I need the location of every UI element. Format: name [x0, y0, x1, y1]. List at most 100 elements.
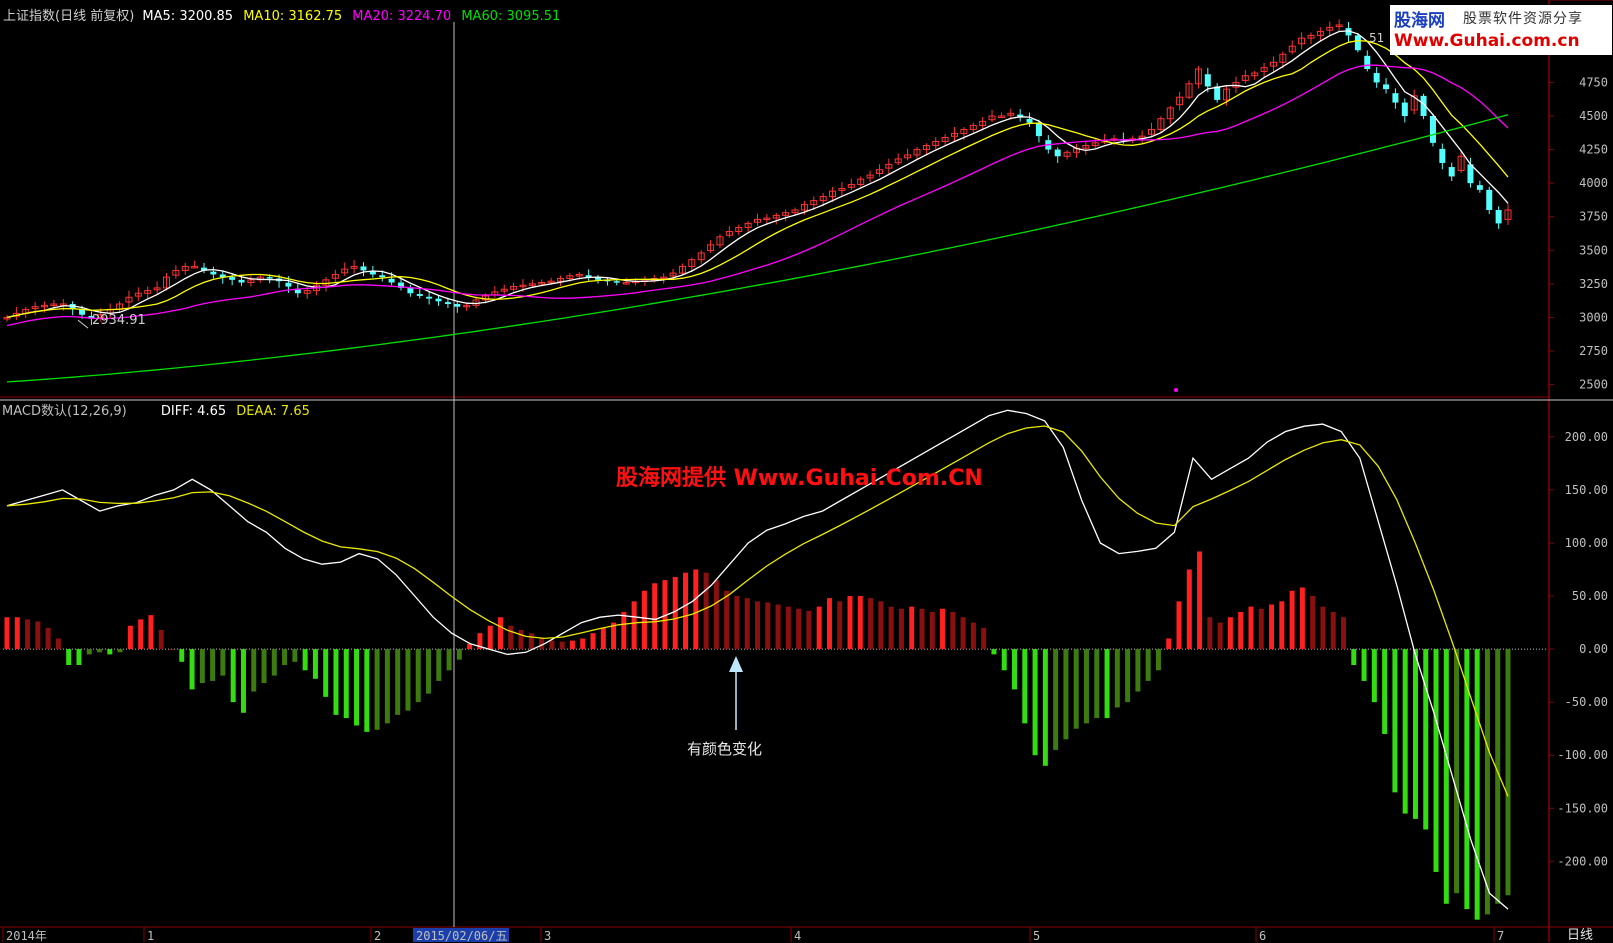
candle-body-down: [379, 275, 386, 278]
candle-body-down: [426, 296, 433, 299]
macd-bar-negative: [1053, 649, 1059, 750]
macd-bar-positive: [25, 619, 31, 650]
macd-bar-negative: [415, 649, 421, 703]
price-tick-label: 2750: [1579, 344, 1608, 358]
candle-body-down: [1401, 102, 1408, 116]
diff-value: DIFF: 4.65: [160, 404, 227, 419]
macd-bar-positive: [816, 606, 822, 650]
candle-body-down: [454, 304, 461, 307]
macd-bar-positive: [1197, 551, 1203, 650]
macd-bar-negative: [446, 649, 452, 671]
macd-bar-negative: [405, 649, 411, 711]
macd-bar-negative: [1032, 649, 1038, 756]
macd-bar-negative: [220, 649, 226, 676]
macd-bar-negative: [1104, 649, 1110, 719]
period-label[interactable]: 日线: [1567, 924, 1593, 943]
ma10-line: [6, 39, 1509, 319]
macd-bar-negative: [1443, 649, 1449, 904]
macd-bar-negative: [354, 649, 360, 726]
macd-bar-negative: [1073, 649, 1079, 729]
price-tick-label: 4500: [1579, 109, 1608, 123]
candle-body-down: [1054, 149, 1061, 157]
time-tick-label: 3: [544, 929, 551, 942]
candle-body-down: [266, 277, 273, 279]
macd-bar-negative: [210, 649, 216, 681]
macd-bar-positive: [1176, 601, 1182, 650]
macd-bar-negative: [374, 649, 380, 730]
macd-bar-positive: [1269, 604, 1275, 650]
macd-bar-positive: [1238, 611, 1244, 650]
macd-bar-negative: [343, 649, 349, 719]
macd-bar-positive: [806, 610, 812, 650]
macd-bar-positive: [919, 608, 925, 650]
macd-bar-positive: [508, 625, 514, 650]
candle-body-down: [1439, 148, 1446, 163]
price-tick-label: 2500: [1579, 378, 1608, 392]
macd-bar-positive: [847, 596, 853, 650]
macd-bar-negative: [1392, 649, 1398, 793]
annotation-arrow-head: [729, 656, 743, 672]
macd-bar-negative: [426, 649, 432, 694]
macd-bar-positive: [929, 611, 935, 650]
annotation-label: 有颜色变化: [687, 740, 763, 758]
macd-bar-positive: [683, 572, 689, 650]
macd-bar-negative: [1351, 649, 1357, 665]
macd-tick-label: 0.00: [1579, 642, 1608, 656]
macd-bar-positive: [785, 606, 791, 650]
macd-bar-negative: [302, 649, 308, 671]
macd-bar-positive: [1289, 590, 1295, 650]
macd-bar-negative: [251, 649, 257, 692]
macd-bar-positive: [981, 627, 987, 650]
macd-bar-positive: [672, 576, 678, 650]
macd-bar-negative: [282, 649, 288, 665]
macd-bar-negative: [1361, 649, 1367, 681]
macd-header: MACD数认(12,26,9) DIFF: 4.65 DEAA: 7.65: [2, 400, 310, 419]
candle-body-down: [229, 277, 236, 280]
logo-slogan: 股票软件资源分享: [1463, 11, 1583, 27]
candle-body-down: [1035, 122, 1042, 137]
macd-bar-negative: [230, 649, 236, 703]
time-tick-label: 5: [1033, 929, 1040, 942]
macd-bar-negative: [384, 649, 390, 724]
macd-bar-positive: [837, 601, 843, 650]
ma60-value: MA60: 3095.51: [461, 9, 561, 24]
ma10-value: MA10: 3162.75: [243, 9, 343, 24]
macd-bar-negative: [456, 649, 462, 660]
ma5-line: [6, 30, 1509, 319]
macd-bar-positive: [138, 619, 144, 650]
macd-bar-negative: [1423, 649, 1429, 830]
macd-bar-negative: [1382, 649, 1388, 734]
macd-bar-positive: [1341, 617, 1347, 650]
time-tick-label: 4: [794, 929, 801, 942]
macd-bar-positive: [1330, 611, 1336, 650]
macd-bar-positive: [580, 638, 586, 650]
macd-bar-positive: [713, 580, 719, 650]
price-tick-label: 3500: [1579, 243, 1608, 257]
macd-bar-positive: [775, 604, 781, 650]
price-tick-label: 3750: [1579, 210, 1608, 224]
macd-bar-negative: [271, 649, 277, 676]
macd-bar-negative: [1094, 649, 1100, 719]
candle-body-down: [1026, 118, 1033, 123]
candle-body-down: [210, 271, 217, 275]
macd-tick-label: 150.00: [1565, 483, 1608, 497]
macd-tick-label: 100.00: [1565, 536, 1608, 550]
candle-body-down: [360, 266, 367, 271]
candle-body-down: [1448, 167, 1455, 177]
ma60-line: [6, 114, 1509, 383]
macd-bar-positive: [1279, 601, 1285, 650]
macd-bar-negative: [199, 649, 205, 684]
macd-bar-negative: [1012, 649, 1018, 690]
macd-bar-positive: [1258, 608, 1264, 650]
macd-bar-positive: [1310, 596, 1316, 650]
macd-bar-negative: [1412, 649, 1418, 819]
ma20-line: [6, 64, 1509, 327]
logo-url: Www.Guhai.com.cn: [1394, 31, 1580, 51]
candle-body-down: [444, 302, 451, 304]
macd-bar-positive: [148, 615, 154, 650]
candle-body-down: [369, 271, 376, 275]
macd-bar-positive: [127, 625, 133, 650]
macd-bar-positive: [1227, 617, 1233, 650]
macd-bar-negative: [261, 649, 267, 684]
time-tick-label: 2014年: [6, 929, 47, 942]
